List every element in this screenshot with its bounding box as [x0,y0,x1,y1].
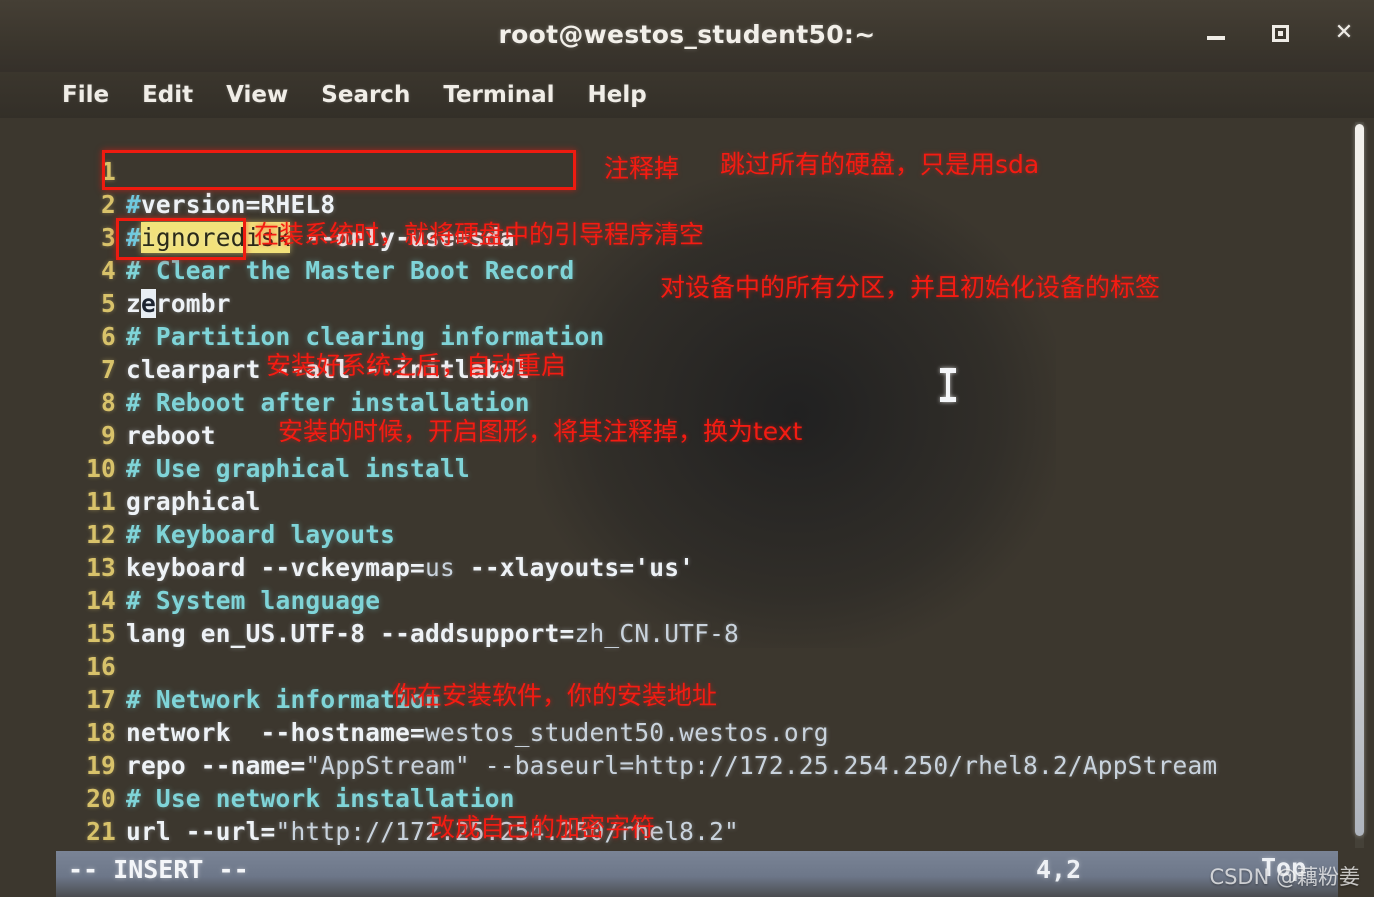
line-text: lang en_US.UTF-8 --addsupport= [126,619,575,648]
annotation-change-password: 改成自己的加密字符 [430,813,656,842]
menu-help[interactable]: Help [588,82,647,108]
maximize-icon[interactable] [1268,24,1292,42]
csdn-watermark: CSDN @藕粉姜 [1209,865,1360,889]
line-content: lang en_US.UTF-8 --addsupport=zh_CN.UTF-… [126,617,739,650]
window-title: root@westos_student50:~ [498,20,876,49]
value-token: us [425,553,455,582]
line-content: # Use graphical install [126,454,470,483]
editor-line: 10 graphical [56,419,260,516]
editor-line: 3 # Clear the Master Boot Record [56,188,574,285]
menu-terminal[interactable]: Terminal [443,82,554,108]
editor-line: 14 lang en_US.UTF-8 --addsupport=zh_CN.U… [56,551,739,648]
editor-line: 17 network --hostname=westos_student50.w… [56,650,828,747]
editor-line: 16 # Network information [56,617,440,714]
editor-line: 11 # Keyboard layouts [56,452,395,549]
window-controls: ✕ [1204,22,1356,44]
editor-line: 13 # System language [56,518,380,615]
value-token: westos_student50.westos.org [425,718,829,747]
vim-status-bar: -- INSERT -- 4,2 Top [56,851,1338,897]
editor-line: 22 rootpw --iscrypted $6$Jde10BGpQu8K4AA… [56,815,176,851]
menu-bar: File Edit View Search Terminal Help [0,72,1374,118]
editor-line: 20 url --url="http://172.25.254.250/rhel… [56,749,739,846]
menu-search[interactable]: Search [321,82,410,108]
line-content: keyboard --vckeymap=us --xlayouts='us' [126,551,694,584]
red-box-zerombr [116,218,246,260]
line-content: network --hostname=westos_student50.west… [126,716,829,749]
annotation-clear-partitions: 对设备中的所有分区，并且初始化设备的标签 [660,273,1161,302]
editor-line: 15 [56,584,176,648]
minimize-icon[interactable] [1204,26,1228,40]
editor-line: 12 keyboard --vckeymap=us --xlayouts='us… [56,485,694,582]
mouse-ibeam-cursor [940,366,956,402]
editor-line: 8 reboot [56,353,215,450]
vertical-scrollbar-thumb[interactable] [1355,124,1364,836]
editor-line: 9 # Use graphical install [56,386,470,483]
vim-buffer[interactable]: 1 #version=RHEL8 2 #ignoredisk --only-us… [56,118,1338,851]
editor-line: 7 # Reboot after installation [56,320,529,417]
editor-line: 19 # Use network installation [56,716,514,813]
vim-mode-indicator: -- INSERT -- [68,855,249,884]
line-content: # Reboot after installation [126,388,530,417]
red-box-ignoredisk [102,150,576,190]
menu-edit[interactable]: Edit [142,82,193,108]
annotation-graphical-to-text: 安装的时候，开启图形，将其注释掉，换为text [278,417,803,446]
terminal-body[interactable]: 1 #version=RHEL8 2 #ignoredisk --only-us… [56,118,1338,851]
editor-line: 6 clearpart --all --initlabel [56,287,529,384]
line-content: # Use network installation [126,784,515,813]
editor-line: 21 # Root password [56,782,350,851]
title-bar: root@westos_student50:~ ✕ [0,0,1374,72]
value-token: "AppStream" --baseurl=http://172.25.254.… [305,751,1218,780]
annotation-comment-out: 注释掉 [604,154,680,183]
line-text-2: --xlayouts='us' [454,553,695,582]
value-token: zh_CN.UTF-8 [574,619,739,648]
terminal-window-screenshot: root@westos_student50:~ ✕ File Edit View… [0,0,1374,897]
annotation-skip-all-disks: 跳过所有的硬盘，只是用sda [720,150,1040,179]
close-icon[interactable]: ✕ [1332,22,1356,44]
annotation-clear-mbr: 在装系统时，就将硬盘中的引导程序清空 [254,220,705,249]
annotation-auto-reboot: 安装好系统之后，自动重启 [266,351,567,380]
line-content: repo --name="AppStream" --baseurl=http:/… [126,749,1217,782]
annotation-install-address: 你在安装软件，你的安装地址 [392,681,718,710]
line-content: # Partition clearing information [126,322,605,351]
cursor-position: 4,2 [1036,855,1082,884]
menu-file[interactable]: File [62,82,109,108]
menu-view[interactable]: View [226,82,288,108]
editor-line: 18 repo --name="AppStream" --baseurl=htt… [56,683,1217,780]
